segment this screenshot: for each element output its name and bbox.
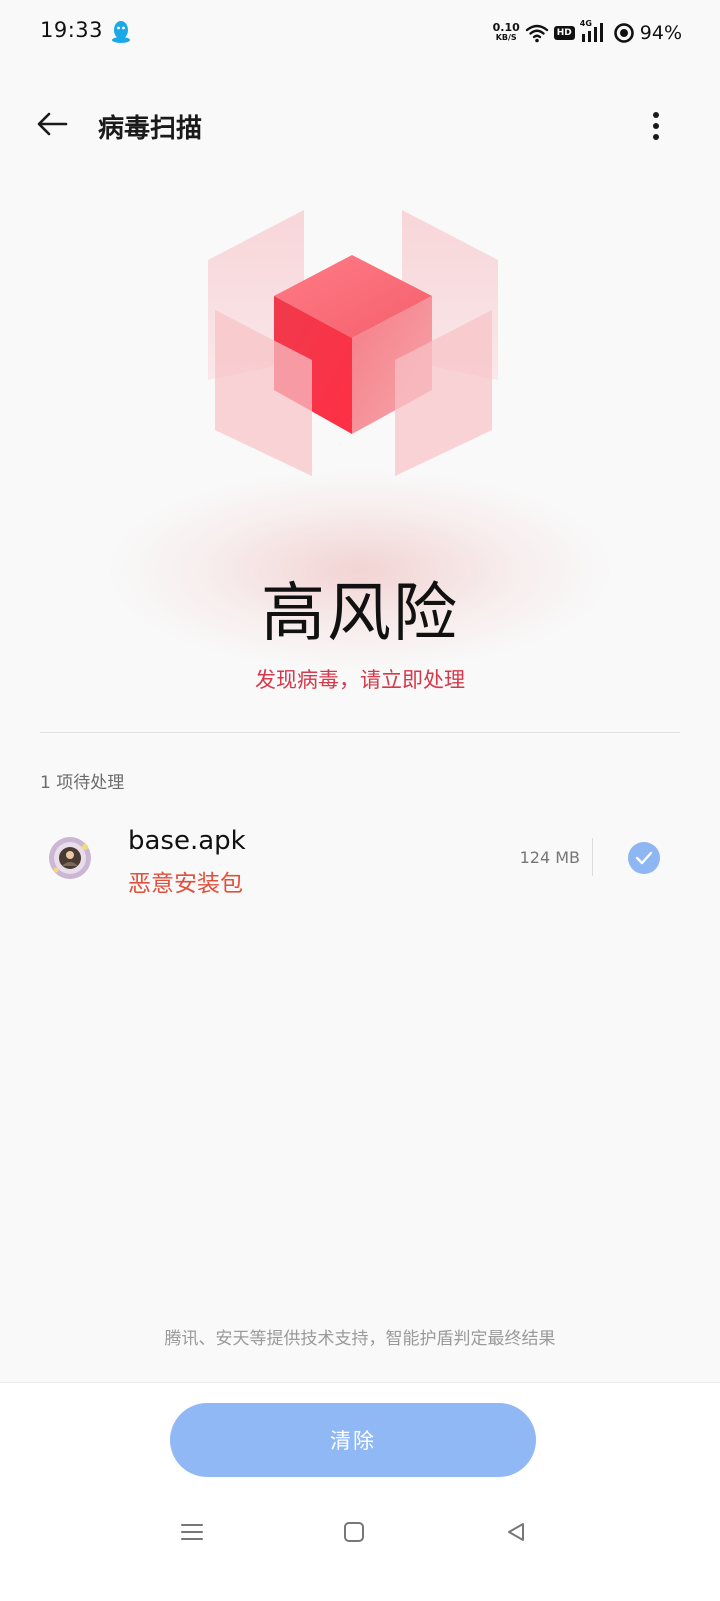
back-button[interactable]: [30, 104, 74, 144]
item-separator: [592, 838, 593, 876]
home-square-icon: [344, 1522, 364, 1542]
recent-apps-button[interactable]: [172, 1515, 212, 1549]
risk-message: 发现病毒，请立即处理: [255, 668, 465, 692]
net-speed-value: 0.10: [492, 21, 520, 34]
status-bar: 19:33 0.10 KB/S HD 4G 94%: [0, 0, 720, 66]
battery-percent: 94%: [639, 22, 682, 44]
battery-icon: [613, 23, 634, 43]
threat-type: 恶意安装包: [128, 871, 243, 897]
net-speed-unit: KB/S: [495, 33, 517, 42]
more-vertical-icon: [653, 112, 659, 140]
file-size: 124 MB: [519, 848, 580, 867]
pending-count-label: 1 项待处理: [40, 773, 125, 793]
item-checkbox[interactable]: [628, 842, 660, 874]
hd-badge: HD: [553, 26, 575, 40]
list-item[interactable]: base.apk 恶意安装包 124 MB: [0, 812, 720, 908]
back-triangle-icon: [508, 1523, 524, 1541]
menu-icon: [181, 1524, 203, 1540]
tech-support-note: 腾讯、安天等提供技术支持，智能护盾判定最终结果: [164, 1329, 556, 1349]
divider: [40, 732, 680, 733]
back-nav-button[interactable]: [496, 1515, 536, 1549]
clear-button[interactable]: 清除: [170, 1403, 536, 1477]
wifi-icon: [525, 24, 548, 43]
net-speed: 0.10 KB/S: [492, 21, 520, 43]
status-time: 19:33: [40, 18, 104, 42]
app-icon: [49, 837, 91, 879]
qq-icon: [112, 21, 130, 43]
page-title: 病毒扫描: [98, 114, 203, 144]
home-button[interactable]: [334, 1515, 374, 1549]
bottom-action-area: 清除: [0, 1382, 720, 1601]
signal-icon: 4G: [580, 19, 608, 44]
app-header: 病毒扫描: [0, 90, 720, 160]
checkmark-icon: [635, 851, 653, 865]
arrow-left-icon: [37, 112, 68, 136]
file-name: base.apk: [128, 826, 246, 856]
risk-level-title: 高风险: [261, 577, 459, 651]
system-nav-bar: [0, 1501, 720, 1561]
more-options-button[interactable]: [636, 104, 676, 148]
risk-cube-illustration: [208, 210, 498, 476]
status-icons: 0.10 KB/S HD 4G 94%: [493, 18, 682, 48]
